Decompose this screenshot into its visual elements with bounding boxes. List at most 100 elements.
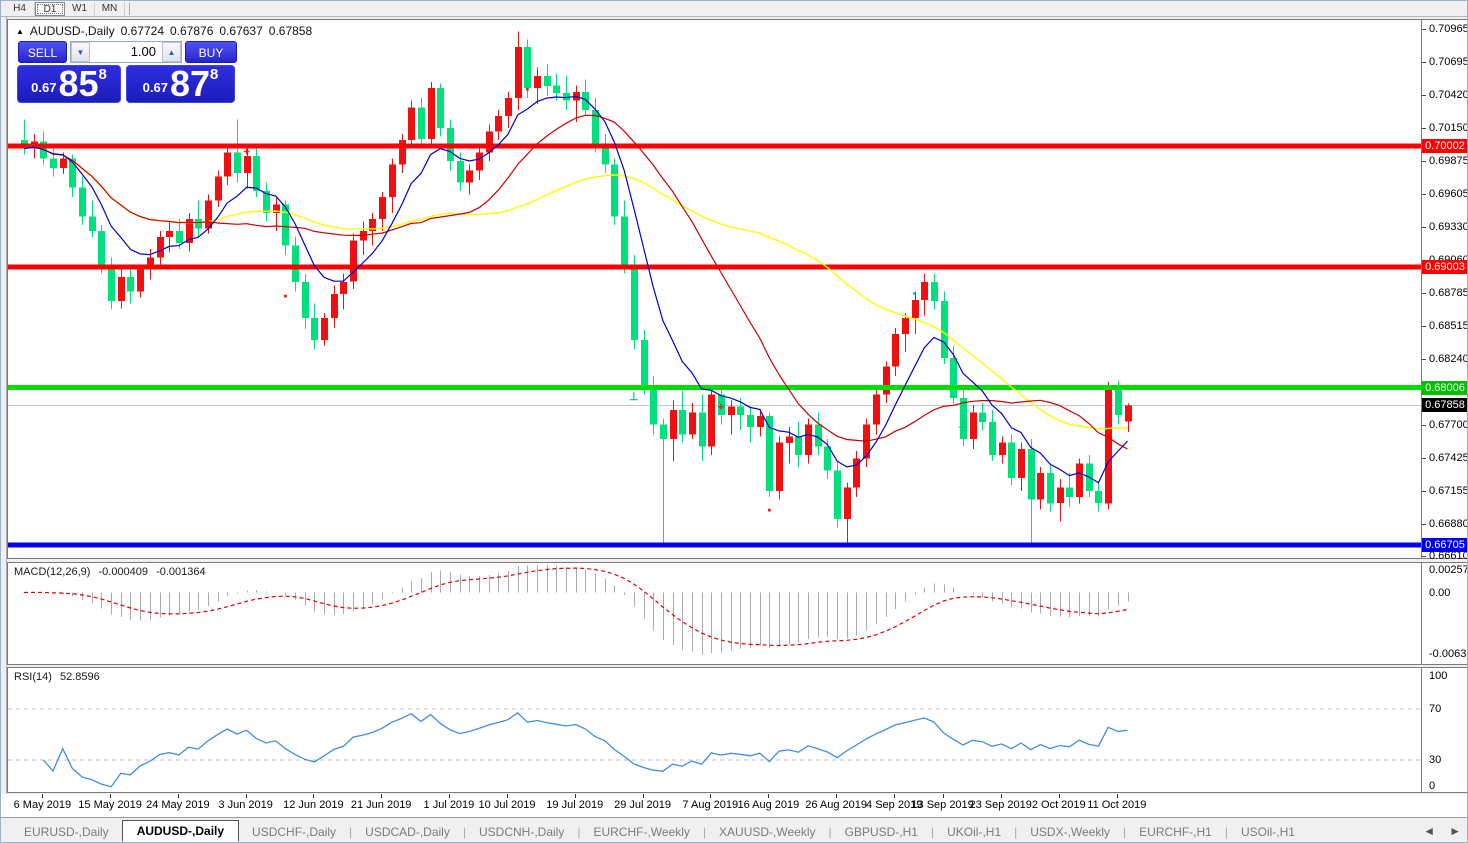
svg-text:▪: ▪: [283, 290, 287, 302]
rsi-pane[interactable]: RSI(14) 52.8596: [7, 667, 1422, 793]
rsi-axis-label: 70: [1429, 703, 1442, 715]
buy-price-prefix: 0.67: [142, 80, 168, 95]
date-tick: [313, 794, 315, 798]
date-tick: [42, 794, 44, 798]
axis-tick: [1422, 29, 1426, 31]
price-level-badge: 0.69003: [1422, 259, 1467, 274]
tab-scroll-right-icon[interactable]: ►: [1449, 824, 1461, 838]
axis-tick: [1422, 556, 1426, 558]
price-axis-label: 0.69605: [1429, 188, 1468, 201]
tab-eurusd-daily[interactable]: EURUSD-,Daily: [11, 822, 122, 842]
date-axis-label: 3 Jun 2019: [218, 799, 273, 811]
tab-usoil-h1[interactable]: USOil-,H1: [1228, 822, 1308, 842]
macd-pane[interactable]: MACD(12,26,9) -0.000409 -0.001364: [7, 562, 1422, 665]
price-level-badge: 0.66705: [1422, 538, 1467, 552]
date-tick: [1058, 794, 1060, 798]
price-axis-label: 0.70420: [1429, 89, 1468, 102]
sell-price-tile[interactable]: 0.67 85 8: [17, 65, 121, 103]
price-axis-label: 0.70695: [1429, 56, 1468, 69]
axis-tick: [1422, 161, 1426, 163]
date-tick: [642, 794, 644, 798]
date-axis[interactable]: 6 May 2019 15 May 2019 24 May 2019 3 Jun 20…: [1, 794, 1467, 818]
trading-terminal-window: H4 D1 W1 MN + ▪ ▪ ⊥ + ▪ ▪ ⊥ ▲ AUDUSD-,Daily 0.6772…: [0, 0, 1468, 843]
svg-text:⊥: ⊥: [958, 419, 968, 431]
svg-text:▪: ▪: [767, 505, 771, 517]
rsi-label: RSI(14) 52.8596: [14, 671, 100, 683]
axis-tick: [1422, 194, 1426, 196]
date-axis-label: 16 Aug 2019: [737, 799, 800, 811]
sell-button[interactable]: SELL: [18, 41, 67, 63]
horizontal-lines: [8, 143, 1421, 548]
tab-usdcnh-daily[interactable]: USDCNH-,Daily: [466, 822, 577, 842]
ohlc-open: 0.67724: [120, 24, 164, 38]
toolbar-divider: [129, 2, 130, 15]
date-tick: [768, 794, 770, 798]
macd-axis-label: 0.00: [1429, 586, 1451, 599]
tab-eurchf-weekly[interactable]: EURCHF-,Weekly: [580, 822, 702, 842]
timeframe-button-mn[interactable]: MN: [95, 1, 125, 16]
rsi-axis[interactable]: 100 70 30 0: [1422, 667, 1467, 793]
tab-eurchf-h1[interactable]: EURCHF-,H1: [1126, 822, 1225, 842]
svg-text:▪: ▪: [913, 288, 917, 300]
price-level-badge: 0.67858: [1422, 398, 1467, 413]
volume-input[interactable]: 1.00: [90, 42, 162, 62]
volume-decrease-button[interactable]: ▼: [71, 42, 90, 62]
price-axis-label: 0.70965: [1429, 23, 1468, 36]
axis-tick: [1422, 128, 1426, 130]
timeframe-button-w1[interactable]: W1: [65, 1, 95, 16]
sell-price-pip: 8: [98, 66, 107, 83]
timeframe-button-d1[interactable]: D1: [35, 1, 65, 16]
date-axis-label: 24 May 2019: [146, 799, 210, 811]
axis-tick: [1422, 95, 1426, 97]
buy-price-big: 87: [169, 63, 210, 104]
tab-usdchf-daily[interactable]: USDCHF-,Daily: [239, 822, 349, 842]
symbol-name: AUDUSD-,Daily: [29, 24, 115, 38]
volume-increase-button[interactable]: ▲: [162, 42, 181, 62]
price-axis-label: 0.68240: [1429, 353, 1468, 366]
svg-text:⊥: ⊥: [629, 391, 639, 403]
price-axis-label: 0.69875: [1429, 155, 1468, 168]
collapse-triangle-icon[interactable]: ▲: [16, 27, 24, 36]
tab-usdx-weekly[interactable]: USDX-,Weekly: [1017, 822, 1123, 842]
tab-audusd-daily[interactable]: AUDUSD-,Daily: [121, 819, 240, 842]
macd-canvas[interactable]: [8, 563, 1421, 664]
macd-axis-label: 0.002574: [1429, 564, 1467, 576]
ohlc-close: 0.67858: [268, 24, 313, 38]
price-axis-label: 0.67425: [1429, 451, 1468, 464]
date-tick: [1116, 794, 1118, 798]
date-axis-label: 29 Jul 2019: [614, 799, 671, 811]
macd-axis[interactable]: 0.002574 0.00 -0.006326: [1422, 562, 1467, 665]
buy-button[interactable]: BUY: [185, 41, 237, 63]
macd-signal-value: -0.001364: [156, 566, 206, 578]
date-axis-label: 23 Sep 2019: [969, 799, 1032, 811]
axis-tick: [1422, 325, 1426, 327]
tab-scroll-controls: ◄ ►: [1423, 824, 1461, 838]
date-axis-label: 1 Jul 2019: [423, 799, 475, 811]
one-click-trading-panel: SELL ▼ 1.00 ▲ BUY: [18, 41, 237, 63]
date-axis-label: 13 Sep 2019: [911, 799, 974, 811]
price-axis-label: 0.69330: [1429, 221, 1468, 234]
svg-text:▪: ▪: [525, 83, 529, 95]
tab-gbpusd-h1[interactable]: GBPUSD-,H1: [832, 822, 931, 842]
timeframe-button-h4[interactable]: H4: [5, 1, 35, 16]
date-axis-label: 6 May 2019: [13, 799, 72, 811]
date-axis-label: 2 Oct 2019: [1031, 799, 1086, 811]
price-axis-label: 0.67700: [1429, 418, 1468, 431]
price-axis[interactable]: 0.70965 0.70695 0.70420 0.70150 0.69875 0.696…: [1422, 19, 1468, 562]
date-axis-label: 21 Jun 2019: [350, 799, 412, 811]
sell-price-prefix: 0.67: [31, 80, 57, 95]
buy-price-tile[interactable]: 0.67 87 8: [126, 65, 235, 103]
tab-ukoil-h1[interactable]: UKOil-,H1: [934, 822, 1014, 842]
axis-tick: [1422, 227, 1426, 229]
tab-scroll-left-icon[interactable]: ◄: [1423, 824, 1435, 838]
tab-usdcad-daily[interactable]: USDCAD-,Daily: [352, 822, 463, 842]
price-axis-label: 0.70150: [1429, 122, 1468, 135]
date-axis-label: 12 Jun 2019: [283, 799, 344, 811]
price-pane[interactable]: + ▪ ▪ ⊥ + ▪ ▪ ⊥ ▲ AUDUSD-,Daily 0.67724 0.67876…: [7, 19, 1422, 559]
macd-axis-label: -0.006326: [1429, 648, 1467, 661]
date-tick: [177, 794, 179, 798]
tab-xauusd-weekly[interactable]: XAUUSD-,Weekly: [706, 822, 828, 842]
date-axis-label: 15 May 2019: [78, 799, 142, 811]
date-axis-label: 19 Jul 2019: [546, 799, 604, 811]
rsi-canvas[interactable]: [8, 668, 1421, 792]
